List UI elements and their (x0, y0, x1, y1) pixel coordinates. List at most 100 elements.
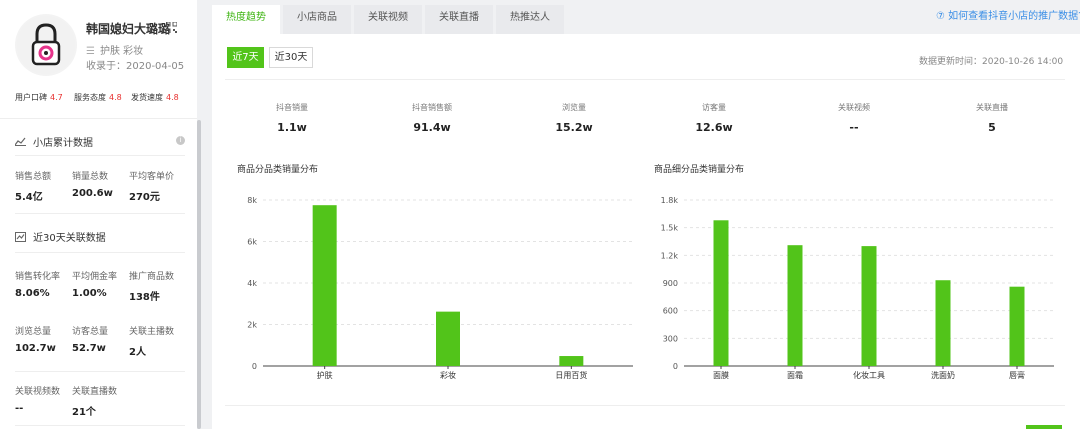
shop-logo (15, 14, 77, 76)
divider (15, 213, 185, 214)
bar (436, 311, 460, 366)
tab-related-videos[interactable]: 关联视频 (354, 5, 422, 34)
y-tick-label: 4k (247, 279, 257, 288)
pagination-button[interactable] (1026, 425, 1062, 429)
x-tick-label: 面膜 (713, 370, 729, 380)
stat-related-live: 关联直播 5 (976, 103, 1008, 134)
tab-hot-creators[interactable]: 热推达人 (496, 5, 564, 34)
metric-value: 8.06% (15, 288, 50, 299)
shop-ratings: 用户口碑 4.7 服务态度 4.8 发货速度 4.8 (0, 92, 197, 106)
y-tick-label: 6k (247, 238, 257, 247)
metric-value: 5.4亿 (15, 192, 43, 203)
metric-value: -- (15, 403, 24, 414)
main-panel: 热度趋势 小店商品 关联视频 关联直播 热推达人 ⑦ 如何查看抖音小店的推广数据… (212, 0, 1080, 429)
metric-value: 102.7w (15, 343, 56, 354)
tab-bar: 热度趋势 小店商品 关联视频 关联直播 热推达人 ⑦ 如何查看抖音小店的推广数据… (212, 0, 1080, 34)
period-7days-button[interactable]: 近7天 (227, 47, 264, 68)
lock-logo-icon (17, 16, 75, 74)
y-tick-label: 1.5k (661, 224, 679, 233)
tab-heat-trend[interactable]: 热度趋势 (212, 5, 280, 34)
y-tick-label: 300 (663, 334, 678, 343)
cumulative-section-title: 小店累计数据 (15, 134, 93, 149)
bar (559, 356, 584, 366)
metric-value: 1.00% (72, 288, 107, 299)
sidebar-scrollbar[interactable] (197, 120, 201, 429)
rating-reputation: 用户口碑 4.7 (15, 93, 63, 102)
chart-title-subcategory: 商品细分品类销量分布 (654, 165, 745, 175)
stat-related-videos: 关联视频 -- (838, 103, 870, 134)
y-tick-label: 0 (673, 362, 678, 371)
menu-icon: ☰ (86, 46, 95, 57)
stat-visitors: 访客量 12.6w (695, 103, 733, 134)
stat-douyin-revenue: 抖音销售额 91.4w (412, 103, 452, 134)
recent30-section-title: 近30天关联数据 (15, 229, 106, 244)
x-tick-label: 面霜 (787, 371, 803, 380)
shop-sidebar: 韩国媳妇大璐璐 ☰ 护肤 彩妆 收录于：2020-04-05 用户口碑 4.7 服务… (0, 0, 197, 429)
qr-code-icon[interactable] (166, 22, 177, 33)
help-link[interactable]: ⑦ 如何查看抖音小店的推广数据? (936, 7, 1080, 22)
rating-shipping: 发货速度 4.8 (131, 93, 179, 102)
divider (225, 405, 1065, 406)
bar (861, 246, 877, 366)
x-tick-label: 护肤 (317, 370, 333, 380)
tab-shop-products[interactable]: 小店商品 (283, 5, 351, 34)
chart-icon (15, 137, 26, 146)
metric-label: 推广商品数 (129, 272, 175, 282)
metric-label: 浏览总量 (15, 327, 52, 337)
x-tick-label: 化妆工具 (853, 370, 885, 380)
x-tick-label: 彩妆 (440, 370, 456, 380)
y-tick-label: 900 (663, 279, 678, 288)
x-tick-label: 洗面奶 (931, 370, 955, 380)
shop-header: 韩国媳妇大璐璐 ☰ 护肤 彩妆 收录于：2020-04-05 用户口碑 4.7 服务… (0, 0, 197, 118)
help-icon: ⑦ (936, 11, 949, 22)
period-30days-button[interactable]: 近30天 (269, 47, 313, 68)
metric-label: 销售转化率 (15, 272, 61, 282)
x-tick-label: 日用百货 (555, 370, 587, 380)
shop-name: 韩国媳妇大璐璐 (86, 22, 171, 36)
divider (0, 118, 197, 119)
stat-page-views: 浏览量 15.2w (555, 103, 593, 134)
y-tick-label: 8k (247, 196, 257, 205)
y-tick-label: 0 (252, 362, 257, 371)
metric-label: 关联主播数 (129, 327, 175, 337)
bar (713, 220, 729, 366)
trend-icon (15, 231, 26, 242)
metric-value: 270元 (129, 192, 160, 203)
metric-value: 52.7w (72, 343, 106, 354)
update-time: 数据更新时间：2020-10-26 14:00 (919, 57, 1064, 67)
bar (787, 245, 803, 366)
bar (935, 280, 951, 366)
metric-label: 关联视频数 (15, 387, 61, 397)
y-tick-label: 600 (663, 307, 678, 316)
bar (1009, 286, 1025, 366)
divider (15, 371, 185, 372)
stat-douyin-sales: 抖音销量 1.1w (276, 103, 308, 134)
y-tick-label: 1.8k (661, 196, 679, 205)
metric-label: 销量总数 (72, 172, 109, 182)
bar (312, 205, 337, 366)
metric-value: 21个 (72, 407, 96, 418)
metric-label: 访客总量 (72, 327, 109, 337)
tab-related-live[interactable]: 关联直播 (425, 5, 493, 34)
shop-categories: ☰ 护肤 彩妆 (86, 46, 144, 57)
rating-service: 服务态度 4.8 (74, 93, 122, 102)
category-sales-chart: 0 2k 4k 6k 8k 护肤 彩妆 日用百货 (247, 196, 633, 380)
metric-value: 200.6w (72, 188, 113, 199)
divider (15, 425, 185, 426)
metric-value: 138件 (129, 292, 160, 303)
divider (15, 155, 185, 156)
info-icon[interactable]: i (176, 136, 185, 145)
metric-label: 关联直播数 (72, 387, 118, 397)
shop-collected-date: 收录于：2020-04-05 (86, 61, 185, 72)
subcategory-sales-chart: 0 300 600 900 1.2k 1.5k 1.8k 面膜 面霜 化妆工具 洗面奶 唇膏 (661, 196, 1054, 380)
metric-value: 2人 (129, 347, 146, 358)
x-tick-label: 唇膏 (1009, 370, 1025, 380)
y-tick-label: 2k (247, 321, 257, 330)
chart-title-category: 商品分品类销量分布 (237, 165, 319, 175)
divider (225, 79, 1065, 80)
metric-label: 销售总额 (15, 172, 52, 182)
divider (15, 252, 185, 253)
metric-label: 平均佣金率 (72, 272, 118, 282)
metric-label: 平均客单价 (129, 172, 175, 182)
y-tick-label: 1.2k (661, 251, 679, 260)
